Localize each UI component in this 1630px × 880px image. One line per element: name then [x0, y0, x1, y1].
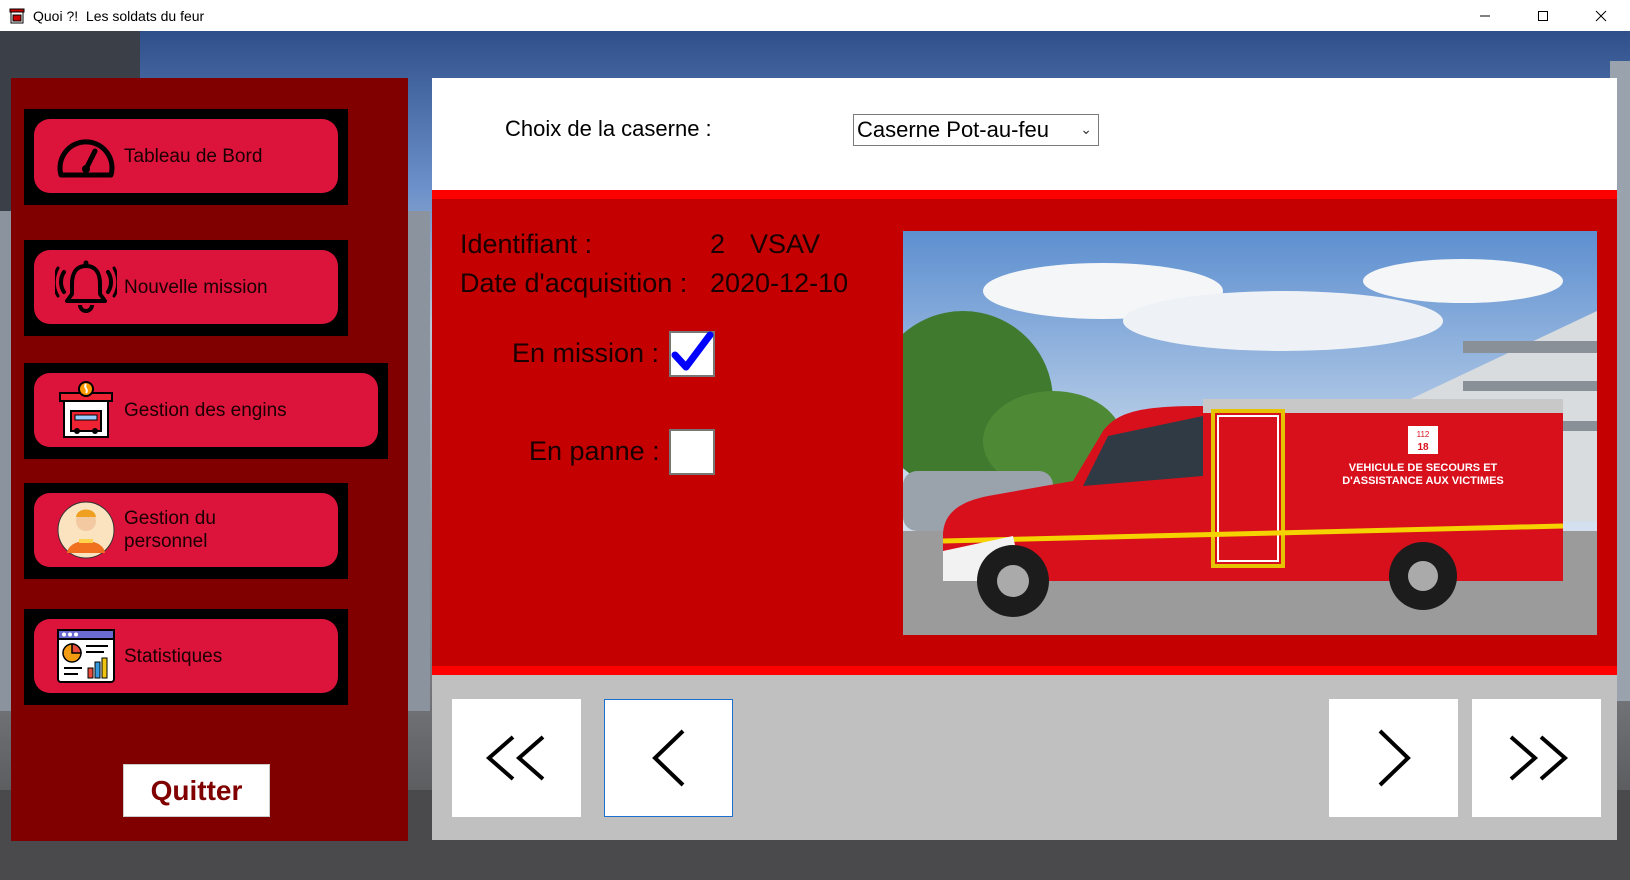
date-label: Date d'acquisition :: [460, 268, 688, 298]
vehicle-type-value: VSAV: [750, 229, 821, 259]
next-record-button[interactable]: [1329, 699, 1458, 817]
vehicle-photo: 112 18 VEHICULE DE SECOURS ET D'ASSISTAN…: [903, 231, 1597, 635]
sidebar-item-label: Nouvelle mission: [124, 276, 268, 298]
sidebar-item-frame: Gestion du personnel: [24, 483, 348, 579]
mission-label: En mission :: [512, 338, 660, 368]
id-value: 2: [710, 229, 726, 259]
sidebar-item-label: Gestion des engins: [124, 399, 287, 421]
sidebar-item-gestion-des-engins[interactable]: Gestion des engins: [34, 373, 378, 447]
close-button[interactable]: [1572, 0, 1630, 31]
photo-badge-top: 112: [1417, 430, 1430, 439]
sidebar-item-tableau-de-bord[interactable]: Tableau de Bord: [34, 119, 338, 193]
minimize-icon: [1480, 15, 1490, 16]
photo-badge-bottom: 18: [1417, 442, 1429, 453]
photo-vehicle-text-line1: VEHICULE DE SECOURS ET: [1349, 462, 1498, 474]
chevron-down-icon: ⌄: [1080, 121, 1092, 137]
maximize-icon: [1538, 10, 1548, 21]
double-chevron-right-icon: [1509, 735, 1568, 781]
statistics-chart-icon: [54, 624, 118, 688]
sidebar-item-gestion-du-personnel[interactable]: Gestion du personnel: [34, 493, 338, 567]
previous-record-button[interactable]: [604, 699, 733, 817]
caserne-label: Choix de la caserne :: [505, 116, 712, 141]
sidebar-item-label: Tableau de Bord: [124, 145, 263, 167]
dashboard-gauge-icon: [54, 124, 118, 188]
chevron-right-icon: [1378, 729, 1411, 787]
pager-panel: [432, 675, 1617, 840]
sidebar: Tableau de Bord Nouvelle mission Gestion…: [11, 78, 408, 841]
sidebar-item-statistiques[interactable]: Statistiques: [34, 619, 338, 693]
close-icon: [1595, 10, 1607, 21]
quit-button[interactable]: Quitter: [123, 764, 270, 817]
date-value: 2020-12-10: [710, 268, 849, 298]
photo-vehicle-text-line2: D'ASSISTANCE AUX VICTIMES: [1342, 475, 1504, 487]
divider: [432, 190, 1617, 199]
sidebar-item-label: Statistiques: [124, 645, 223, 667]
caserne-selected-value: Caserne Pot-au-feu: [857, 117, 1049, 142]
checkmark-icon: [671, 331, 714, 371]
fire-station-icon: [54, 378, 118, 442]
sidebar-item-frame-active: Gestion des engins: [24, 363, 388, 459]
alarm-bell-icon: [54, 255, 118, 319]
sidebar-item-frame: Nouvelle mission: [24, 240, 348, 336]
divider: [432, 666, 1617, 675]
last-record-button[interactable]: [1472, 699, 1601, 817]
minimize-button[interactable]: [1456, 0, 1514, 31]
double-chevron-left-icon: [485, 735, 544, 781]
panne-label: En panne :: [529, 436, 660, 466]
sidebar-item-frame: Statistiques: [24, 609, 348, 705]
panne-checkbox[interactable]: [669, 429, 715, 475]
chevron-left-icon: [651, 729, 684, 787]
mission-checkbox[interactable]: [669, 331, 715, 377]
window-title: Quoi ?! Les soldats du feur: [33, 7, 205, 24]
firefighter-avatar-icon: [54, 498, 118, 562]
sidebar-item-label: Gestion du personnel: [124, 508, 216, 552]
caserne-select[interactable]: Caserne Pot-au-feu ⌄: [853, 114, 1099, 146]
sidebar-item-nouvelle-mission[interactable]: Nouvelle mission: [34, 250, 338, 324]
fire-station-app-icon: [9, 8, 25, 23]
window-titlebar: Quoi ?! Les soldats du feur: [0, 0, 1630, 31]
caserne-panel: Choix de la caserne : Caserne Pot-au-feu…: [432, 78, 1617, 190]
ambulance-illustration: 112 18 VEHICULE DE SECOURS ET D'ASSISTAN…: [903, 231, 1597, 635]
sidebar-item-frame: Tableau de Bord: [24, 109, 348, 205]
id-label: Identifiant :: [460, 229, 593, 259]
maximize-button[interactable]: [1514, 0, 1572, 31]
first-record-button[interactable]: [452, 699, 581, 817]
